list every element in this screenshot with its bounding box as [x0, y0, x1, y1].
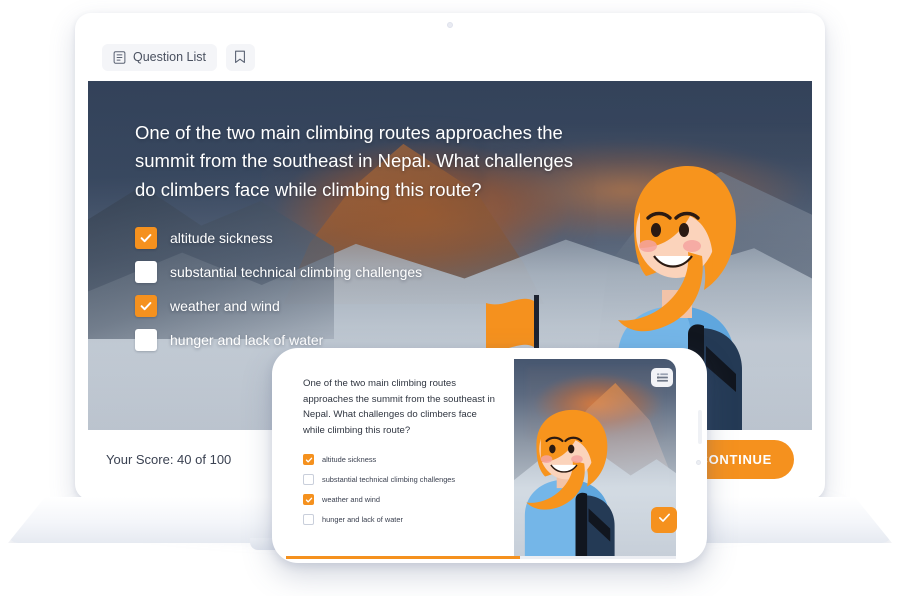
phone-answer-option[interactable]: hunger and lack of water — [303, 514, 504, 526]
answer-option-label: substantial technical climbing challenge… — [170, 264, 423, 280]
checkbox-icon[interactable] — [135, 261, 157, 283]
answer-options-list: altitude sickness substantial technical … — [135, 227, 555, 351]
phone-menu-button[interactable] — [651, 368, 673, 387]
bookmark-button[interactable] — [225, 43, 255, 71]
phone-answer-option[interactable]: altitude sickness — [303, 454, 504, 466]
phone-question-text: One of the two main climbing routes appr… — [303, 378, 495, 436]
answer-option[interactable]: weather and wind — [135, 295, 555, 317]
answer-option[interactable]: altitude sickness — [135, 227, 555, 249]
checkbox-checked-icon[interactable] — [135, 295, 157, 317]
phone-answer-option-label: weather and wind — [322, 495, 380, 505]
phone-screen: One of the two main climbing routes appr… — [286, 359, 676, 559]
answer-option-label: altitude sickness — [170, 230, 273, 246]
checkbox-checked-icon[interactable] — [303, 494, 314, 506]
checkbox-icon[interactable] — [303, 474, 314, 486]
bookmark-icon — [234, 50, 246, 64]
check-icon — [657, 510, 672, 530]
answer-option-label: weather and wind — [170, 298, 280, 314]
list-menu-icon — [656, 369, 668, 387]
checkbox-checked-icon[interactable] — [303, 454, 314, 466]
checkbox-checked-icon[interactable] — [135, 227, 157, 249]
phone-content-panel: One of the two main climbing routes appr… — [286, 359, 514, 559]
phone-submit-button[interactable] — [651, 507, 677, 533]
question-list-label: Question List — [133, 50, 206, 64]
list-document-icon — [113, 50, 126, 64]
phone-side-button[interactable] — [698, 410, 702, 444]
phone-climber-illustration — [514, 407, 638, 559]
webcam-icon — [447, 22, 453, 28]
scene: Question List One of the two main climbi… — [0, 0, 900, 596]
checkbox-icon[interactable] — [303, 514, 314, 526]
phone-answer-options-list: altitude sickness substantial technical … — [303, 454, 504, 526]
phone-device: One of the two main climbing routes appr… — [272, 348, 707, 563]
question-list-button[interactable]: Question List — [102, 43, 217, 71]
toolbar: Question List — [88, 33, 812, 81]
phone-answer-option[interactable]: weather and wind — [303, 494, 504, 506]
score-text: Your Score: 40 of 100 — [106, 451, 232, 467]
checkbox-icon[interactable] — [135, 329, 157, 351]
phone-answer-option-label: altitude sickness — [322, 455, 377, 465]
phone-progress-fill — [286, 556, 520, 559]
phone-answer-option-label: substantial technical climbing challenge… — [322, 475, 456, 485]
phone-progress-bar — [286, 556, 676, 559]
phone-answer-option-label: hunger and lack of water — [322, 515, 403, 525]
question-text: One of the two main climbing routes appr… — [135, 122, 574, 200]
answer-option[interactable]: substantial technical climbing challenge… — [135, 261, 555, 283]
phone-home-button[interactable] — [696, 460, 701, 465]
phone-answer-option[interactable]: substantial technical climbing challenge… — [303, 474, 504, 486]
answer-option-label: hunger and lack of water — [170, 332, 324, 348]
